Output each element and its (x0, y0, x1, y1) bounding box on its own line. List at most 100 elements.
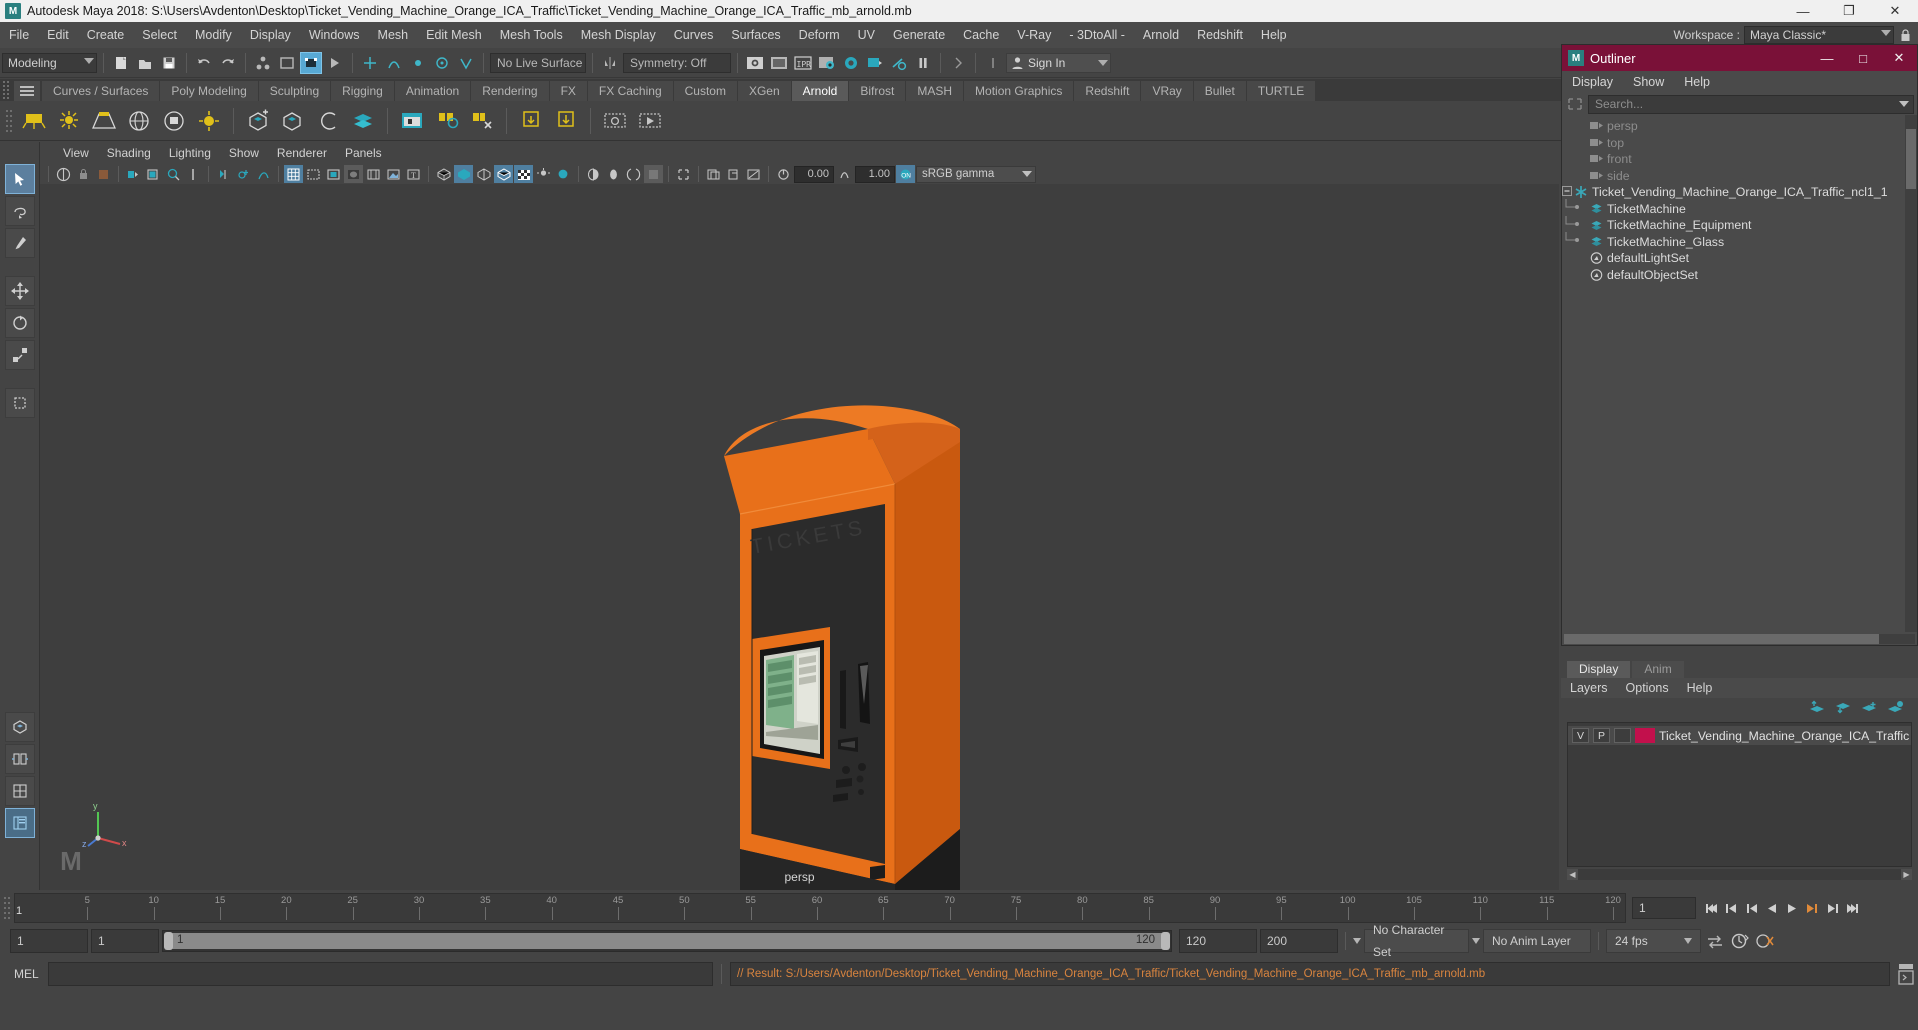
shelf-tab-curves-surfaces[interactable]: Curves / Surfaces (42, 81, 161, 101)
save-scene-icon[interactable] (158, 52, 180, 74)
exposure-reset-icon[interactable] (774, 165, 793, 183)
shelf-tab-vray[interactable]: VRay (1141, 81, 1194, 101)
menu-item-mesh-display[interactable]: Mesh Display (572, 22, 665, 48)
menu-item-file[interactable]: File (0, 22, 38, 48)
panel-compare-icon[interactable] (744, 165, 763, 183)
menu-item-windows[interactable]: Windows (300, 22, 369, 48)
outliner-menu-help[interactable]: Help (1674, 71, 1720, 93)
menu-item-generate[interactable]: Generate (884, 22, 954, 48)
menu-item-modify[interactable]: Modify (186, 22, 241, 48)
layer-menu-layers[interactable]: Layers (1561, 678, 1617, 698)
layer-display-type-toggle[interactable] (1614, 728, 1631, 743)
gamma-field[interactable]: 1.00 (855, 165, 895, 183)
new-scene-icon[interactable] (110, 52, 132, 74)
layer-list-horizontal-scrollbar[interactable]: ◀ ▶ (1567, 869, 1912, 880)
arnold-spot-light-icon[interactable] (87, 104, 121, 138)
lasso-tool-button[interactable] (4, 196, 35, 226)
menu-item-deform[interactable]: Deform (790, 22, 849, 48)
menu-item-mesh-tools[interactable]: Mesh Tools (491, 22, 572, 48)
anim-end-time-field[interactable]: 200 (1260, 929, 1338, 953)
layer-menu-help[interactable]: Help (1678, 678, 1722, 698)
shelf-tab-mash[interactable]: MASH (906, 81, 965, 101)
outliner-menu-show[interactable]: Show (1623, 71, 1674, 93)
render-sequence-icon[interactable] (768, 52, 790, 74)
shelf-tab-fx-caching[interactable]: FX Caching (587, 81, 674, 101)
shelf-tab-bifrost[interactable]: Bifrost (849, 81, 907, 101)
symmetry-field[interactable]: Symmetry: Off (623, 52, 731, 73)
viewport-menu-shading[interactable]: Shading (98, 142, 160, 164)
go-to-end-button[interactable] (1842, 898, 1861, 918)
search-scope-icon[interactable] (1565, 95, 1585, 113)
shadows-icon[interactable] (554, 165, 573, 183)
smooth-shading-icon[interactable] (454, 165, 473, 183)
anim-start-time-field[interactable]: 1 (10, 929, 88, 953)
gate-mask-icon[interactable] (344, 165, 363, 183)
panel-b-icon[interactable] (724, 165, 743, 183)
menu-item-edit[interactable]: Edit (38, 22, 78, 48)
menu-item-display[interactable]: Display (241, 22, 300, 48)
symmetry-options-icon[interactable] (599, 52, 621, 74)
arnold-export-ass-icon[interactable] (549, 104, 583, 138)
hypershade-icon[interactable] (840, 52, 862, 74)
scrollbar-track[interactable] (1564, 633, 1915, 644)
menu-item-create[interactable]: Create (78, 22, 134, 48)
layer-row[interactable]: V P Ticket_Vending_Machine_Orange_ICA_Tr… (1568, 726, 1911, 745)
render-settings-icon[interactable] (816, 52, 838, 74)
text-overlay-icon[interactable]: T (404, 165, 423, 183)
shelf-drag-handle[interactable] (0, 79, 14, 101)
xray-icon[interactable] (364, 165, 383, 183)
texture-checker-icon[interactable] (514, 165, 533, 183)
component-mask-icon[interactable] (324, 52, 346, 74)
scale-tool-button[interactable] (4, 340, 35, 370)
exposure-icon[interactable] (384, 165, 403, 183)
outliner-search-input[interactable]: Search... (1588, 94, 1914, 114)
anim-layer-menu-icon[interactable] (1472, 938, 1480, 944)
outliner-item[interactable]: side (1562, 168, 1917, 185)
menu-item-uv[interactable]: UV (849, 22, 884, 48)
viewport-menu-panels[interactable]: Panels (336, 142, 391, 164)
shelf-tab-xgen[interactable]: XGen (737, 81, 792, 101)
rotate-tool-button[interactable] (4, 308, 35, 338)
outliner-item[interactable]: TicketMachine_Glass (1562, 232, 1917, 251)
outliner-item[interactable]: TicketMachine (1562, 199, 1917, 218)
lock-icon[interactable] (1898, 27, 1912, 43)
collapse-panel-right-icon[interactable] (947, 52, 969, 74)
camera-attributes-icon[interactable] (94, 165, 113, 183)
multisample-aa-icon[interactable] (624, 165, 643, 183)
sign-in-button[interactable]: Sign In (1006, 52, 1111, 73)
select-by-hierarchy-icon[interactable] (252, 52, 274, 74)
workspace-dropdown[interactable]: Maya Classic* (1744, 26, 1894, 44)
outliner-menu-display[interactable]: Display (1562, 71, 1623, 93)
last-tool-button[interactable] (4, 388, 35, 418)
new-layer-from-selected-icon[interactable] (1860, 700, 1878, 719)
select-by-component-icon[interactable] (300, 51, 322, 74)
render-setup-icon[interactable] (888, 52, 910, 74)
shelf-tab-custom[interactable]: Custom (673, 81, 738, 101)
arnold-mesh-light-icon[interactable] (157, 104, 191, 138)
render-view-icon[interactable] (864, 52, 886, 74)
arnold-flush-caches-icon[interactable] (465, 104, 499, 138)
scrollbar-thumb[interactable] (1564, 633, 1879, 644)
anim-layer-dropdown[interactable]: No Anim Layer (1483, 929, 1591, 953)
shelf-tab-arnold[interactable]: Arnold (791, 81, 850, 101)
use-all-lights-icon[interactable] (534, 165, 553, 183)
minimize-button[interactable]: — (1780, 0, 1826, 22)
color-management-toggle-icon[interactable]: ON (896, 165, 915, 183)
ipr-render-icon[interactable]: IPR (792, 52, 814, 74)
depth-of-field-icon[interactable] (644, 165, 663, 183)
menu-item-help[interactable]: Help (1252, 22, 1296, 48)
character-set-menu-icon[interactable] (1353, 938, 1361, 944)
outliner-item[interactable]: defaultObjectSet (1562, 267, 1917, 284)
command-language-label[interactable]: MEL (14, 967, 44, 981)
open-scene-icon[interactable] (134, 52, 156, 74)
view-layout-four-panes-button[interactable] (4, 776, 35, 806)
exposure-field[interactable]: 0.00 (794, 165, 834, 183)
shelf-row-drag-handle[interactable] (2, 101, 16, 141)
outliner-expander[interactable] (1562, 185, 1574, 199)
viewport-menu-lighting[interactable]: Lighting (160, 142, 220, 164)
wireframe-shading-icon[interactable] (434, 165, 453, 183)
shelf-tab-bullet[interactable]: Bullet (1193, 81, 1247, 101)
outliner-minimize-button[interactable]: — (1809, 45, 1845, 71)
menu-item-curves[interactable]: Curves (665, 22, 723, 48)
move-layer-down-icon[interactable] (1834, 700, 1852, 719)
